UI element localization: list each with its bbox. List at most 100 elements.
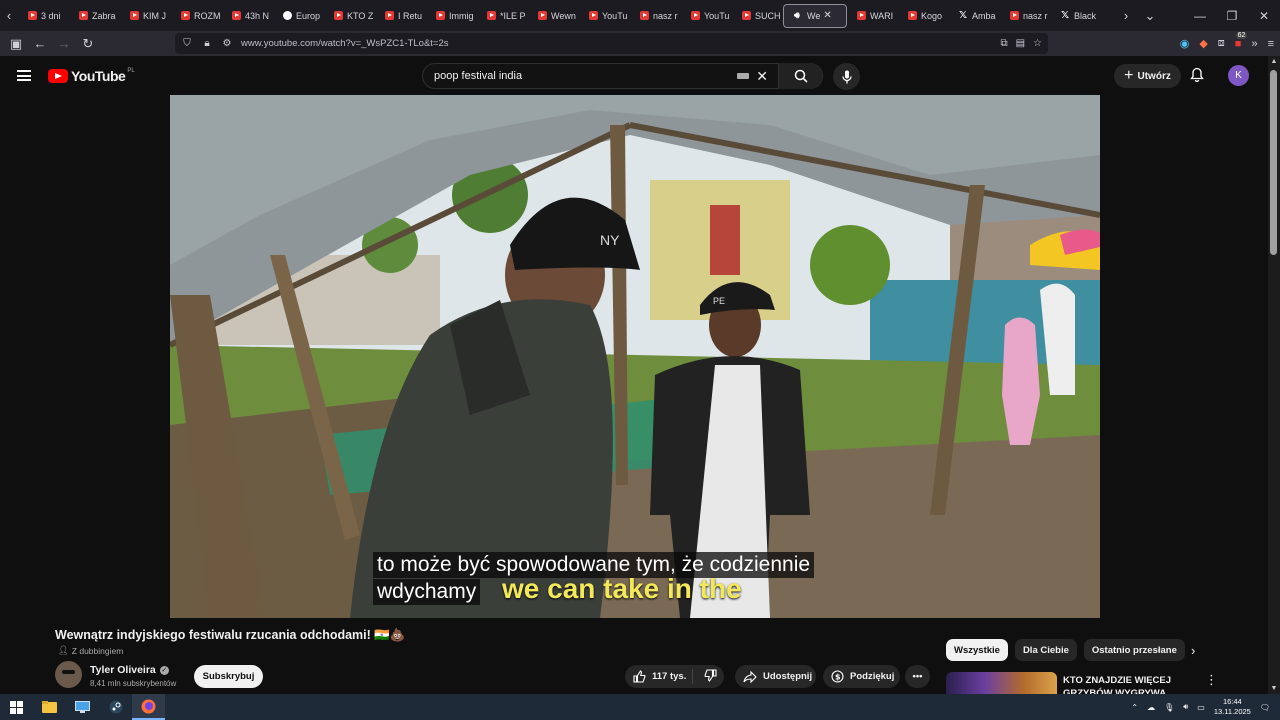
browser-tab[interactable]: I Retu (375, 0, 426, 31)
tabs-scroll-left-icon[interactable]: ‹ (0, 0, 18, 31)
recommendation-title[interactable]: KTO ZNAJDZIE WIĘCEJ GRZYBÓW WYGRYWA *AFE… (1063, 674, 1198, 695)
browser-tab[interactable]: 3 dni (18, 0, 69, 31)
create-button[interactable]: + Utwórz (1114, 64, 1181, 88)
close-tab-icon[interactable]: ✕ (823, 10, 831, 21)
browser-tab[interactable]: 𝕏 Amba (949, 0, 1000, 31)
firefox-icon[interactable] (132, 694, 165, 720)
keyboard-icon[interactable] (737, 73, 750, 79)
filter-chip[interactable]: Wszystkie (946, 639, 1008, 661)
browser-tab[interactable]: 🔊︎ We ✕ (783, 3, 847, 28)
app-menu-icon[interactable]: ≡ (1268, 38, 1274, 50)
steam-icon[interactable] (99, 694, 132, 720)
search-input[interactable]: poop festival india (434, 70, 737, 82)
picture-in-picture-icon[interactable]: ⧉ (1000, 38, 1007, 49)
browser-tab[interactable]: Immig (426, 0, 477, 31)
filter-chip[interactable]: Dla Ciebie (1014, 639, 1077, 661)
lock-icon[interactable]: 🔒︎ (199, 38, 215, 49)
tab-label: YouTu (602, 10, 628, 21)
video-player[interactable]: NY PE (170, 95, 1100, 618)
clear-search-icon[interactable]: ✕ (756, 68, 768, 85)
recommendation-thumbnail[interactable] (946, 672, 1057, 695)
browser-tab[interactable]: Wewn (528, 0, 579, 31)
browser-tab[interactable]: KTO Z (324, 0, 375, 31)
tray-chevron-icon[interactable]: ⌃ (1131, 703, 1138, 712)
restore-icon[interactable]: ❐ (1216, 9, 1248, 23)
url-text[interactable]: www.youtube.com/watch?v=_WsPZC1-TLo&t=2s (241, 38, 449, 49)
microphone-tray-icon[interactable]: 🎙︎ (1164, 703, 1174, 712)
account-avatar[interactable]: K (1228, 65, 1249, 86)
browser-tab[interactable]: YouTu (681, 0, 732, 31)
volume-icon[interactable]: 🔊︎ (1183, 702, 1188, 712)
browser-tab-strip: ‹ 3 dni Zabra KIM J ROZM 43h N Europ KTO Z I Re… (0, 0, 1280, 31)
pc-monitor-icon[interactable] (66, 694, 99, 720)
filter-chip[interactable]: Ostatnio przesłane (1083, 639, 1185, 661)
more-actions-button[interactable]: ••• (905, 665, 930, 688)
browser-tab[interactable]: WARI (847, 0, 898, 31)
browser-nav-bar: ▣ ← → ↻ ⛉ 🔒︎ ⚙︎ www.youtube.com/watch?v=… (0, 31, 1280, 56)
channel-name-container[interactable]: Tyler Oliveira ✓ (90, 664, 169, 676)
x-favicon: 𝕏 (1061, 10, 1070, 21)
search-box[interactable]: poop festival india ✕ (422, 63, 823, 89)
burned-in-caption: we can take in the (502, 573, 742, 604)
browser-tab[interactable]: *ILE P (477, 0, 528, 31)
bookmark-star-icon[interactable]: ☆ (1033, 38, 1042, 49)
close-window-icon[interactable]: ✕ (1248, 9, 1280, 23)
create-label: Utwórz (1137, 70, 1171, 82)
address-bar[interactable]: ⛉ 🔒︎ ⚙︎ www.youtube.com/watch?v=_WsPZC1-… (175, 33, 1048, 54)
guide-menu-icon[interactable] (17, 70, 31, 81)
scroll-down-icon[interactable]: ▼ (1268, 685, 1280, 692)
file-explorer-icon[interactable] (33, 694, 66, 720)
scroll-up-icon[interactable]: ▲ (1268, 58, 1280, 65)
back-icon[interactable]: ← (28, 31, 52, 56)
like-button[interactable]: 117 tys. (625, 669, 693, 684)
minimize-icon[interactable]: — (1184, 9, 1216, 23)
browser-tab[interactable]: nasz r (1000, 0, 1051, 31)
browser-tab[interactable]: Zabra (69, 0, 120, 31)
list-all-tabs-icon[interactable]: ⌄ (1141, 0, 1159, 31)
chips-next-icon[interactable]: › (1191, 643, 1195, 658)
start-windows-icon[interactable] (0, 694, 33, 720)
overflow-chevrons-icon[interactable]: » (1251, 38, 1257, 50)
channel-name[interactable]: Tyler Oliveira (90, 664, 156, 676)
permissions-icon[interactable]: ⚙︎ (219, 38, 235, 49)
browser-tab[interactable]: 43h N (222, 0, 273, 31)
plus-icon: + (1124, 67, 1134, 84)
notifications-icon[interactable]: 🗨︎ (1260, 703, 1270, 712)
browser-tab[interactable]: 𝕏 Black (1051, 0, 1102, 31)
channel-avatar[interactable] (55, 661, 82, 688)
browser-tab[interactable]: nasz r (630, 0, 681, 31)
notifications-bell-icon[interactable] (1190, 67, 1204, 85)
browser-tab[interactable]: Kogo (898, 0, 949, 31)
extensions-puzzle-icon[interactable]: ⧈ (1218, 37, 1225, 50)
tab-label: Black (1074, 10, 1097, 21)
forward-icon[interactable]: → (52, 31, 76, 56)
tracking-protection-icon[interactable]: ⛉ (179, 38, 195, 49)
network-icon[interactable]: ▭ (1197, 703, 1205, 712)
system-clock[interactable]: 16:44 13.11.2025 (1214, 697, 1251, 717)
dislike-button[interactable] (693, 668, 717, 685)
vpn-shield-icon[interactable]: ◉ (1180, 37, 1190, 50)
onedrive-cloud-icon[interactable]: ☁︎ (1147, 703, 1155, 712)
browser-tab[interactable]: SUCH (732, 0, 783, 31)
reader-view-icon[interactable]: ▤ (1016, 38, 1025, 49)
country-code: PL (127, 68, 135, 74)
voice-search-button[interactable] (833, 63, 860, 90)
thanks-button[interactable]: $ Podziękuj (823, 665, 900, 688)
browser-tab[interactable]: YouTu (579, 0, 630, 31)
extension-fox-icon[interactable]: ◆ (1199, 37, 1207, 50)
scrollbar-thumb[interactable] (1270, 70, 1277, 255)
browser-tab[interactable]: Europ (273, 0, 324, 31)
tabs-scroll-right-icon[interactable]: › (1117, 0, 1135, 31)
youtube-logo[interactable]: YouTube PL (48, 68, 135, 84)
share-button[interactable]: Udostępnij (735, 665, 816, 688)
speaker-icon: 🔊︎ (794, 10, 800, 20)
ublock-icon[interactable]: ■ 62 (1235, 31, 1248, 50)
reload-icon[interactable]: ↻ (76, 31, 100, 56)
search-button[interactable] (778, 63, 822, 89)
browser-tab[interactable]: KIM J (120, 0, 171, 31)
recommendation-menu-icon[interactable]: ⋮ (1205, 672, 1218, 688)
subscribe-button[interactable]: Subskrybuj (194, 665, 263, 688)
page-scrollbar[interactable]: ▲ ▼ (1268, 56, 1280, 694)
browser-tab[interactable]: ROZM (171, 0, 222, 31)
sidebar-toggle-icon[interactable]: ▣ (4, 31, 28, 56)
